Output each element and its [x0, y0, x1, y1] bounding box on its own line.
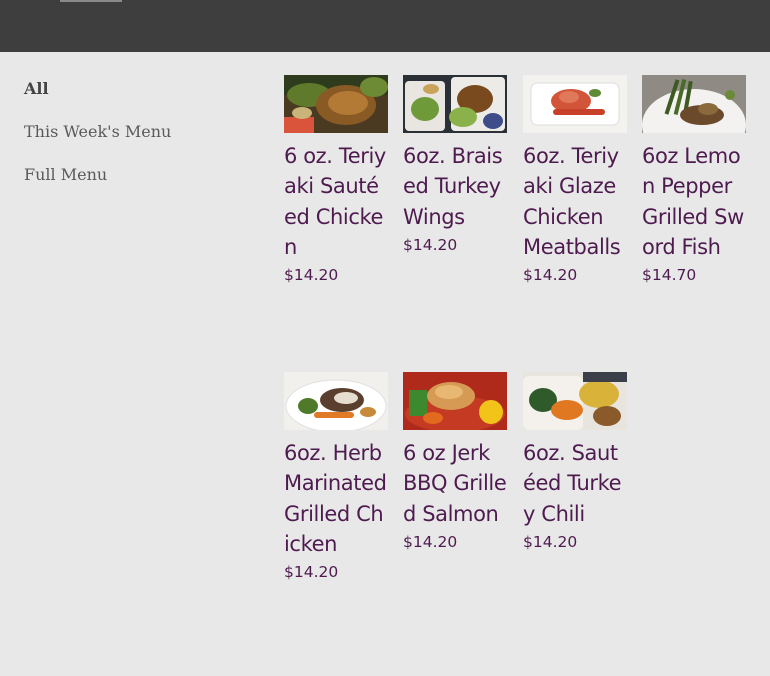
product-card[interactable]: 6 oz Jerk BBQ Grilled Salmon $14.20: [403, 372, 507, 553]
product-title[interactable]: 6oz. Teriyaki Glaze Chicken Meatballs: [523, 141, 627, 262]
product-image[interactable]: [642, 75, 746, 133]
product-price: $14.20: [284, 266, 339, 285]
sidebar-item-full-menu[interactable]: Full Menu: [24, 164, 244, 186]
product-image[interactable]: [523, 372, 627, 430]
product-image[interactable]: [403, 372, 507, 430]
product-title[interactable]: 6 oz. Teriyaki Sautéed Chicken: [284, 141, 388, 262]
product-price: $14.20: [403, 235, 458, 254]
product-image[interactable]: [523, 75, 627, 133]
product-image[interactable]: [403, 75, 507, 133]
product-price: $14.20: [403, 532, 458, 551]
product-title[interactable]: 6oz. Herb Marinated Grilled Chicken: [284, 438, 388, 559]
product-card[interactable]: 6oz Lemon Pepper Grilled Sword Fish $14.…: [642, 75, 746, 286]
sidebar-item-this-weeks-menu[interactable]: This Week's Menu: [24, 121, 244, 143]
collection-sidebar: All This Week's Menu Full Menu: [24, 78, 244, 207]
product-title[interactable]: 6oz. Sautéed Turkey Chili: [523, 438, 627, 529]
product-price: $14.20: [523, 266, 578, 285]
sidebar-item-all[interactable]: All: [24, 78, 244, 100]
product-price: $14.20: [284, 563, 339, 582]
product-title[interactable]: 6oz Lemon Pepper Grilled Sword Fish: [642, 141, 746, 262]
logo[interactable]: [60, 0, 122, 2]
product-card[interactable]: 6oz. Braised Turkey Wings $14.20: [403, 75, 507, 256]
product-card[interactable]: 6 oz. Teriyaki Sautéed Chicken $14.20: [284, 75, 388, 286]
product-card[interactable]: 6oz. Herb Marinated Grilled Chicken $14.…: [284, 372, 388, 583]
product-card[interactable]: 6oz. Teriyaki Glaze Chicken Meatballs $1…: [523, 75, 627, 286]
product-title[interactable]: 6 oz Jerk BBQ Grilled Salmon: [403, 438, 507, 529]
product-title[interactable]: 6oz. Braised Turkey Wings: [403, 141, 507, 232]
product-image[interactable]: [284, 75, 388, 133]
product-image[interactable]: [284, 372, 388, 430]
product-card[interactable]: 6oz. Sautéed Turkey Chili $14.20: [523, 372, 627, 553]
product-price: $14.70: [642, 266, 697, 285]
header-bar: [0, 0, 770, 52]
product-price: $14.20: [523, 532, 578, 551]
